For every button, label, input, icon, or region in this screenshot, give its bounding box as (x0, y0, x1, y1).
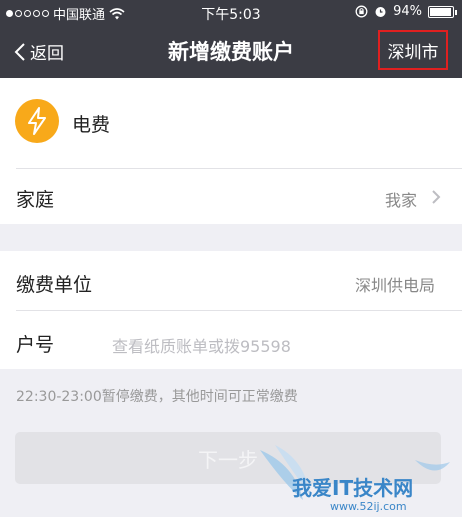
electricity-bill-icon (15, 99, 59, 143)
group-value: 我家 (385, 191, 418, 210)
city-selector-button[interactable]: 深圳市 (378, 30, 448, 70)
next-button-label: 下一步 (198, 447, 258, 472)
alarm-icon (375, 7, 386, 17)
battery-icon (428, 5, 457, 18)
account-number-label: 户号 (16, 334, 55, 356)
chevron-right-icon (432, 190, 441, 204)
group-label: 家庭 (16, 189, 55, 211)
status-right: 94% (355, 4, 457, 19)
battery-percent: 94% (393, 4, 422, 19)
status-bar: 中国联通 下午5:03 94% (0, 0, 462, 24)
payee-value[interactable]: 深圳供电局 (355, 272, 435, 296)
maintenance-notice: 22:30-23:00暂停缴费，其他时间可正常缴费 (16, 389, 298, 405)
watermark-text: 我爱IT技术网 (292, 476, 414, 500)
divider (16, 310, 462, 311)
bill-type-label: 电费 (72, 114, 111, 136)
account-number-input[interactable]: 查看纸质账单或拨95598 (112, 333, 291, 357)
city-label: 深圳市 (387, 42, 439, 63)
rotation-lock-icon (355, 5, 368, 18)
lightning-icon (28, 107, 46, 135)
watermark-url: www.52ij.com (330, 500, 407, 513)
payee-label: 缴费单位 (16, 274, 93, 296)
navigation-bar: 返回 新增缴费账户 深圳市 (0, 24, 462, 78)
